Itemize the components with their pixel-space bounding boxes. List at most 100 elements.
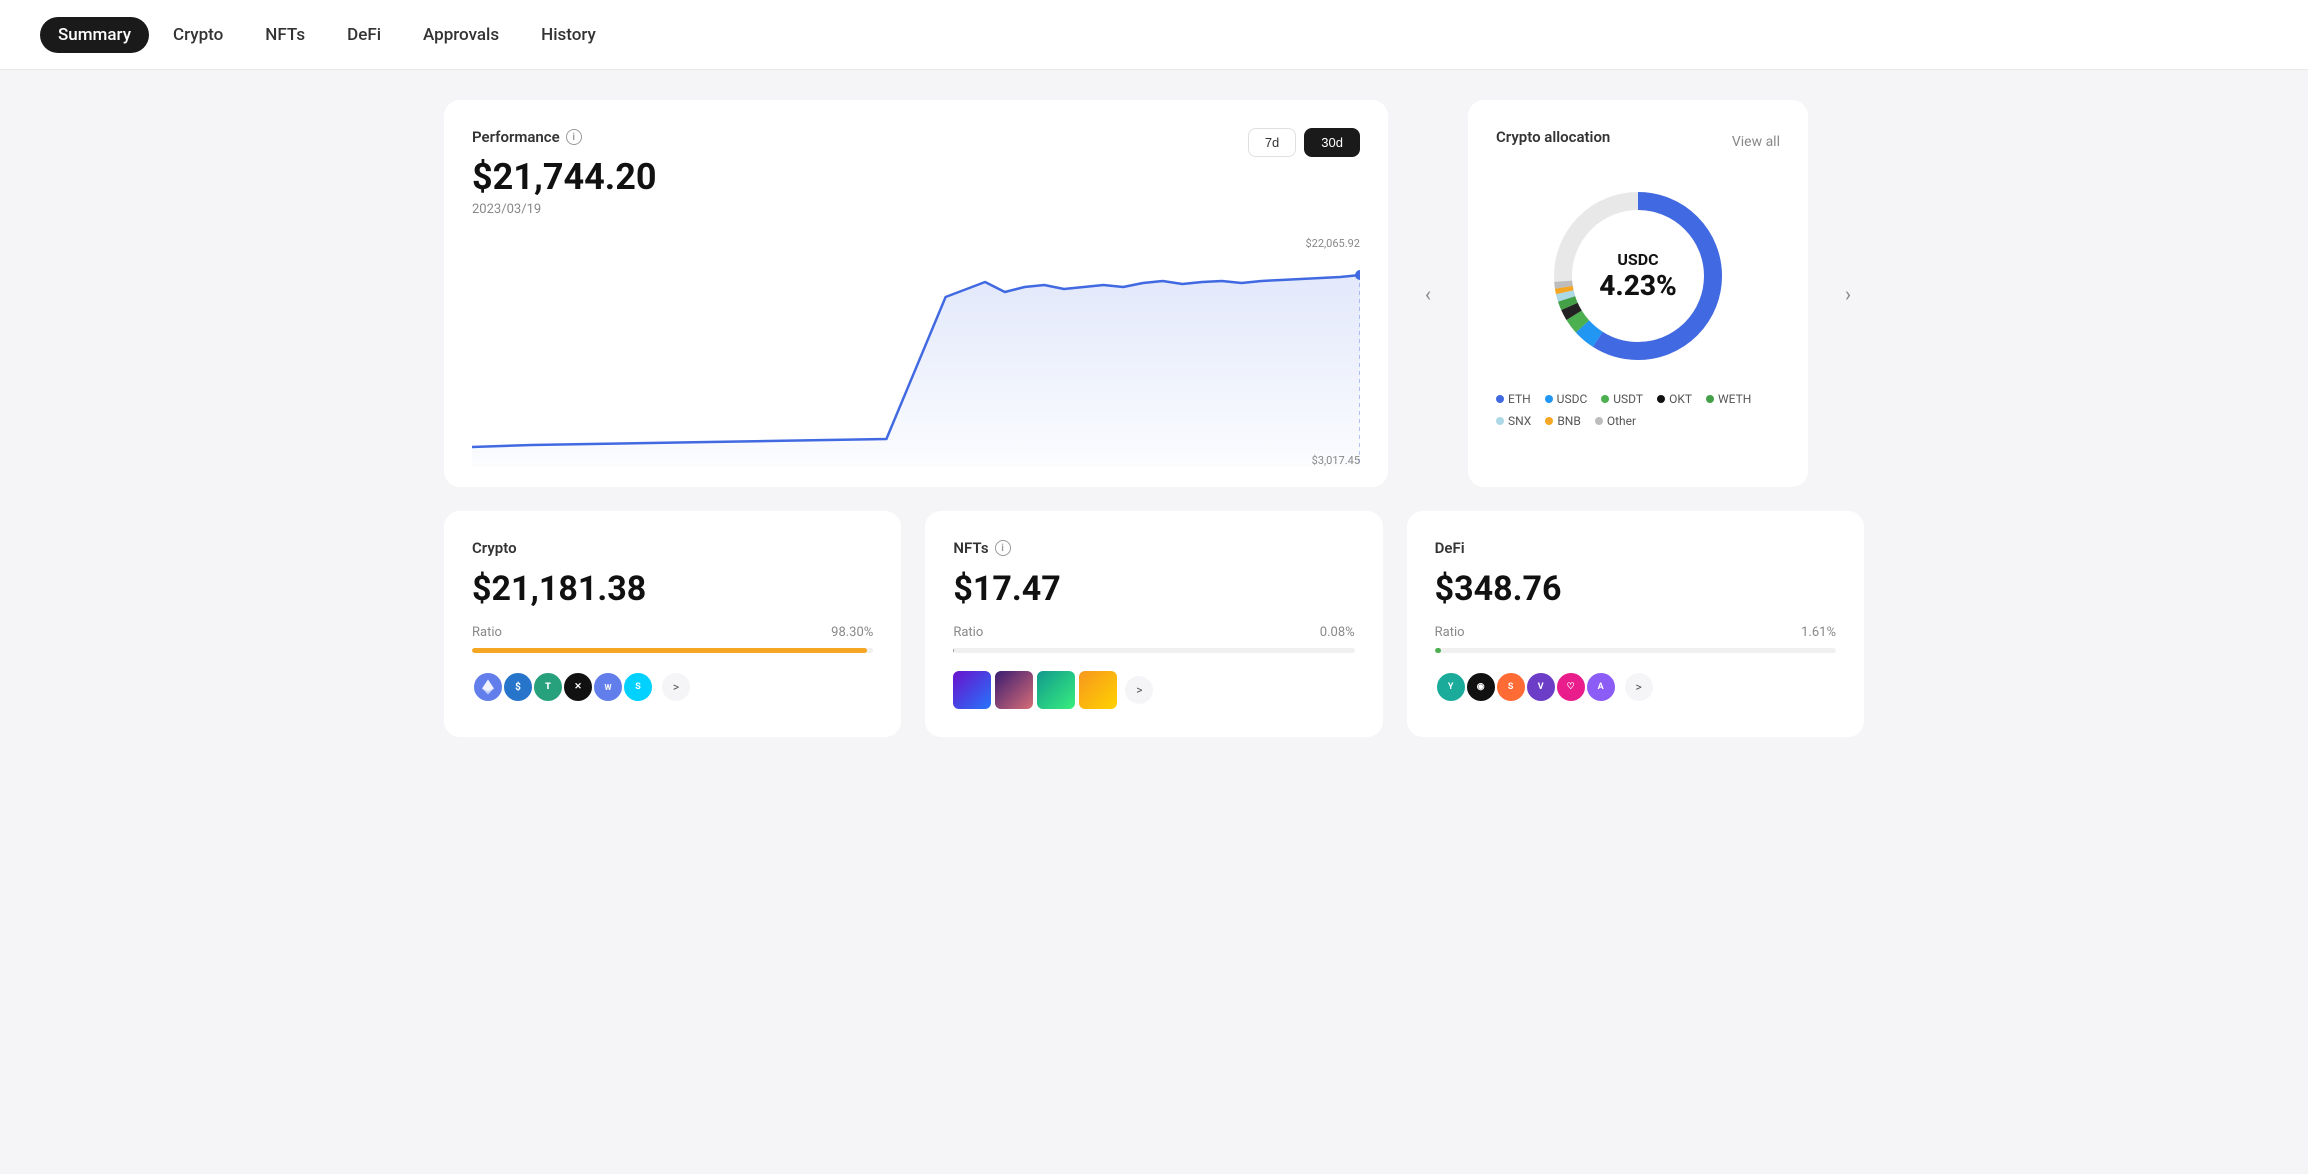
legend-dot-eth xyxy=(1496,395,1504,403)
nav-item-crypto[interactable]: Crypto xyxy=(155,17,241,53)
nfts-progress-bar xyxy=(953,648,1354,653)
legend-dot-other xyxy=(1595,417,1603,425)
performance-value: $21,744.20 xyxy=(472,156,1360,198)
legend-label-eth: ETH xyxy=(1508,392,1531,406)
defi-icon-1: Y xyxy=(1435,671,1467,703)
chart-low-label: $3,017.45 xyxy=(1312,454,1360,467)
bottom-row: Crypto $21,181.38 Ratio 98.30% $ xyxy=(444,511,1864,737)
crypto-ratio-pct: 98.30% xyxy=(831,625,873,640)
allocation-card: Crypto allocation View all xyxy=(1468,100,1808,487)
performance-info-icon[interactable]: i xyxy=(566,129,582,145)
chart-svg xyxy=(472,237,1360,467)
allocation-next-button[interactable]: › xyxy=(1832,100,1864,487)
legend-label-weth: WETH xyxy=(1718,392,1751,406)
main-content: Performance i $21,744.20 2023/03/19 7d 3… xyxy=(404,70,1904,767)
nfts-card: NFTs i $17.47 Ratio 0.08% > xyxy=(925,511,1382,737)
crypto-progress-fill xyxy=(472,648,867,653)
nfts-ratio-pct: 0.08% xyxy=(1320,625,1355,640)
crypto-card: Crypto $21,181.38 Ratio 98.30% $ xyxy=(444,511,901,737)
defi-ratio-label: Ratio xyxy=(1435,625,1465,640)
donut-chart xyxy=(1538,176,1738,376)
nft-thumbnails: > xyxy=(953,671,1354,709)
token-icon-usdc: $ xyxy=(502,671,534,703)
performance-chart: $22,065.92 xyxy=(472,237,1360,467)
legend-dot-okt xyxy=(1657,395,1665,403)
defi-progress-fill xyxy=(1435,648,1441,653)
legend-eth: ETH xyxy=(1496,392,1531,406)
token-icon-weth: W xyxy=(592,671,624,703)
view-all-link[interactable]: View all xyxy=(1732,134,1780,150)
performance-title: Performance i xyxy=(472,128,1360,146)
nav-item-approvals[interactable]: Approvals xyxy=(405,17,517,53)
time-btn-30d[interactable]: 30d xyxy=(1304,128,1360,157)
nfts-ratio-row: Ratio 0.08% xyxy=(953,625,1354,640)
nav-item-summary[interactable]: Summary xyxy=(40,17,149,53)
token-icon-eth xyxy=(472,671,504,703)
allocation-legend: ETH USDC USDT OKT WETH xyxy=(1496,392,1780,428)
crypto-ratio-label: Ratio xyxy=(472,625,502,640)
crypto-more-button[interactable]: > xyxy=(662,673,690,701)
legend-label-okt: OKT xyxy=(1669,392,1692,406)
defi-token-icons: Y ◉ S V ♡ A > xyxy=(1435,671,1836,703)
legend-okt: OKT xyxy=(1657,392,1692,406)
defi-title: DeFi xyxy=(1435,539,1836,557)
token-icon-snx: S xyxy=(622,671,654,703)
crypto-value: $21,181.38 xyxy=(472,569,873,609)
defi-value: $348.76 xyxy=(1435,569,1836,609)
defi-icon-4: V xyxy=(1525,671,1557,703)
nfts-more-button[interactable]: > xyxy=(1125,676,1153,704)
nft-thumb-4 xyxy=(1079,671,1117,709)
defi-more-button[interactable]: > xyxy=(1625,673,1653,701)
legend-label-bnb: BNB xyxy=(1557,414,1581,428)
crypto-ratio-row: Ratio 98.30% xyxy=(472,625,873,640)
legend-dot-snx xyxy=(1496,417,1504,425)
nfts-info-icon[interactable]: i xyxy=(995,540,1011,556)
defi-icon-3: S xyxy=(1495,671,1527,703)
legend-dot-usdc xyxy=(1545,395,1553,403)
defi-icon-6: A xyxy=(1585,671,1617,703)
legend-dot-usdt xyxy=(1601,395,1609,403)
time-buttons: 7d 30d xyxy=(1248,128,1360,157)
time-btn-7d[interactable]: 7d xyxy=(1248,128,1296,157)
legend-label-usdt: USDT xyxy=(1613,392,1643,406)
nav-item-nfts[interactable]: NFTs xyxy=(247,17,323,53)
top-row: Performance i $21,744.20 2023/03/19 7d 3… xyxy=(444,100,1864,487)
token-icon-okt: ✕ xyxy=(562,671,594,703)
donut-wrapper: USDC 4.23% xyxy=(1538,176,1738,376)
crypto-progress-bar xyxy=(472,648,873,653)
legend-snx: SNX xyxy=(1496,414,1531,428)
allocation-header: Crypto allocation View all xyxy=(1496,128,1780,156)
nav-item-defi[interactable]: DeFi xyxy=(329,17,399,53)
legend-other: Other xyxy=(1595,414,1636,428)
top-nav: Summary Crypto NFTs DeFi Approvals Histo… xyxy=(0,0,2308,70)
defi-icon-2: ◉ xyxy=(1465,671,1497,703)
defi-ratio-row: Ratio 1.61% xyxy=(1435,625,1836,640)
nft-thumb-2 xyxy=(995,671,1033,709)
legend-dot-bnb xyxy=(1545,417,1553,425)
nav-item-history[interactable]: History xyxy=(523,17,614,53)
legend-label-other: Other xyxy=(1607,414,1636,428)
nfts-value: $17.47 xyxy=(953,569,1354,609)
nft-thumb-3 xyxy=(1037,671,1075,709)
nfts-ratio-label: Ratio xyxy=(953,625,983,640)
chart-high-label: $22,065.92 xyxy=(1305,237,1360,250)
defi-progress-bar xyxy=(1435,648,1836,653)
performance-date: 2023/03/19 xyxy=(472,202,1360,217)
crypto-token-icons: $ T ✕ W S > xyxy=(472,671,873,703)
crypto-title: Crypto xyxy=(472,539,873,557)
performance-card: Performance i $21,744.20 2023/03/19 7d 3… xyxy=(444,100,1388,487)
defi-card: DeFi $348.76 Ratio 1.61% Y ◉ S V ♡ A > xyxy=(1407,511,1864,737)
allocation-prev-button[interactable]: ‹ xyxy=(1412,100,1444,487)
nft-thumb-1 xyxy=(953,671,991,709)
nfts-title: NFTs i xyxy=(953,539,1354,557)
legend-bnb: BNB xyxy=(1545,414,1581,428)
legend-label-snx: SNX xyxy=(1508,414,1531,428)
legend-weth: WETH xyxy=(1706,392,1751,406)
defi-ratio-pct: 1.61% xyxy=(1801,625,1836,640)
legend-label-usdc: USDC xyxy=(1557,392,1588,406)
defi-icon-5: ♡ xyxy=(1555,671,1587,703)
legend-usdt: USDT xyxy=(1601,392,1643,406)
legend-dot-weth xyxy=(1706,395,1714,403)
legend-usdc: USDC xyxy=(1545,392,1588,406)
token-icon-usdt: T xyxy=(532,671,564,703)
